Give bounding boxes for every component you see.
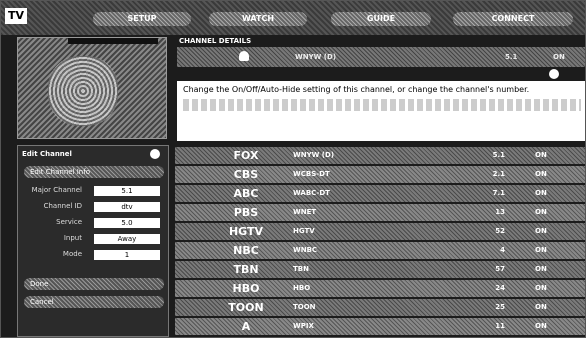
channel-logo: TBN xyxy=(233,263,259,276)
channel-call: HBO xyxy=(293,284,311,292)
info-description-text: Change the On/Off/Auto-Hide setting of t… xyxy=(183,85,530,94)
info-title: CHANNEL DETAILS xyxy=(179,37,252,45)
channel-row[interactable]: HBO HBO 24 ON xyxy=(175,280,585,297)
channel-row[interactable]: NBC WNBC 4 ON xyxy=(175,242,585,259)
channel-number: 13 xyxy=(495,208,505,216)
channel-row[interactable]: CBS WCBS-DT 2.1 ON xyxy=(175,166,585,183)
channel-logo: TOON xyxy=(228,301,264,314)
video-preview xyxy=(17,37,167,139)
help-icon[interactable] xyxy=(150,149,160,159)
field-mode: Mode 1 xyxy=(24,250,164,262)
channel-call: WNYW (D) xyxy=(293,151,335,159)
tv-guide-screen: TV SETUP WATCH GUIDE CONNECT CHANNEL DET… xyxy=(0,0,586,338)
field-channel-id: Channel ID dtv xyxy=(24,202,164,214)
channel-call: WABC-DT xyxy=(293,189,330,197)
channel-row[interactable]: TOON TOON 25 ON xyxy=(175,299,585,316)
edit-channel-info-button[interactable]: Edit Channel Info xyxy=(24,166,164,178)
channel-row[interactable]: A WPIX 11 ON xyxy=(175,318,585,335)
info-description: Change the On/Off/Auto-Hide setting of t… xyxy=(177,81,585,141)
description-line xyxy=(183,99,581,111)
tv-logo: TV xyxy=(5,8,27,24)
tab-connect[interactable]: CONNECT xyxy=(453,12,573,26)
tab-setup[interactable]: SETUP xyxy=(93,12,191,26)
channel-number: 7.1 xyxy=(492,189,505,197)
settings-panel: Edit Channel Edit Channel Info Major Cha… xyxy=(17,145,169,337)
channel-state: ON xyxy=(535,284,547,292)
preview-bar xyxy=(68,38,158,44)
channel-logo: PBS xyxy=(233,206,259,219)
field-label: Major Channel xyxy=(31,186,82,194)
bell-icon xyxy=(239,51,249,61)
channel-number: 57 xyxy=(495,265,505,273)
channel-call: HGTV xyxy=(293,227,315,235)
field-value-select[interactable]: dtv xyxy=(94,202,160,212)
channel-state: ON xyxy=(535,246,547,254)
channel-number: 24 xyxy=(495,284,505,292)
channel-call: WNET xyxy=(293,208,317,216)
channel-state: ON xyxy=(535,265,547,273)
field-label: Service xyxy=(56,218,82,226)
channel-row[interactable]: ABC WABC-DT 7.1 ON xyxy=(175,185,585,202)
info-icon[interactable] xyxy=(549,69,559,79)
channel-row[interactable]: HGTV HGTV 52 ON xyxy=(175,223,585,240)
channel-state: ON xyxy=(535,227,547,235)
channel-logo: ABC xyxy=(233,187,259,200)
channel-number: 2.1 xyxy=(492,170,505,178)
field-input: Input Away xyxy=(24,234,164,246)
selected-channel-state: ON xyxy=(553,53,565,61)
channel-number: 5.1 xyxy=(492,151,505,159)
channel-logo: HBO xyxy=(232,282,260,295)
channel-state: ON xyxy=(535,170,547,178)
tab-guide[interactable]: GUIDE xyxy=(331,12,431,26)
channel-list: FOX WNYW (D) 5.1 ON CBS WCBS-DT 2.1 ON A… xyxy=(175,147,585,337)
field-major-channel: Major Channel 5.1 xyxy=(24,186,164,198)
field-label: Input xyxy=(63,234,82,242)
field-service: Service 5.0 xyxy=(24,218,164,230)
channel-call: TBN xyxy=(293,265,309,273)
channel-logo: A xyxy=(241,320,251,333)
done-button[interactable]: Done xyxy=(24,278,164,290)
channel-row[interactable]: FOX WNYW (D) 5.1 ON xyxy=(175,147,585,164)
channel-number: 52 xyxy=(495,227,505,235)
cancel-button[interactable]: Cancel xyxy=(24,296,164,308)
channel-state: ON xyxy=(535,151,547,159)
channel-row[interactable]: TBN TBN 57 ON xyxy=(175,261,585,278)
tab-watch[interactable]: WATCH xyxy=(209,12,307,26)
field-value-select[interactable]: Away xyxy=(94,234,160,244)
channel-logo: FOX xyxy=(233,149,259,162)
channel-row[interactable]: PBS WNET 13 ON xyxy=(175,204,585,221)
channel-number: 4 xyxy=(500,246,505,254)
channel-call: TOON xyxy=(293,303,316,311)
channel-state: ON xyxy=(535,189,547,197)
field-value-input[interactable]: 1 xyxy=(94,250,160,260)
channel-logo: HGTV xyxy=(228,225,264,238)
channel-logo: NBC xyxy=(233,244,259,257)
channel-state: ON xyxy=(535,322,547,330)
channel-state: ON xyxy=(535,303,547,311)
selected-channel-row[interactable]: WNYW (D) 5.1 ON xyxy=(177,47,585,67)
preview-figure-icon xyxy=(48,56,118,126)
channel-number: 11 xyxy=(495,322,505,330)
field-value-select[interactable]: 5.0 xyxy=(94,218,160,228)
top-bar: TV SETUP WATCH GUIDE CONNECT xyxy=(1,1,585,35)
selected-channel-call: WNYW (D) xyxy=(295,53,337,61)
channel-call: WNBC xyxy=(293,246,318,254)
field-label: Mode xyxy=(62,250,82,258)
channel-state: ON xyxy=(535,208,547,216)
channel-call: WPIX xyxy=(293,322,314,330)
channel-number: 25 xyxy=(495,303,505,311)
channel-logo: CBS xyxy=(233,168,259,181)
field-value-input[interactable]: 5.1 xyxy=(94,186,160,196)
settings-title: Edit Channel xyxy=(22,150,72,158)
field-label: Channel ID xyxy=(43,202,82,210)
selected-channel-number: 5.1 xyxy=(505,53,518,61)
channel-call: WCBS-DT xyxy=(293,170,330,178)
